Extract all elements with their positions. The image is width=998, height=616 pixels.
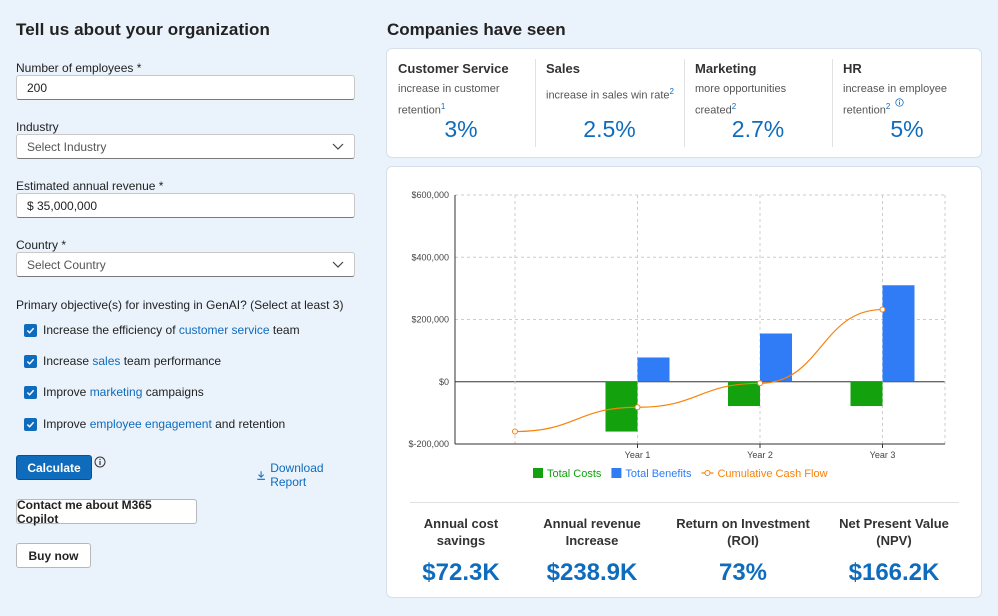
y-tick-label: $-200,000 [408, 439, 449, 449]
chevron-down-icon [332, 261, 344, 268]
objective-checkbox-customer-service[interactable]: Increase the efficiency of customer serv… [24, 323, 300, 337]
stat-customer-service: Customer Service increase in customer ret… [387, 49, 535, 157]
objective-text: Increase the efficiency of customer serv… [43, 323, 300, 337]
legend-label: Total Benefits [625, 468, 692, 480]
kpi-label: Annual cost savings [423, 516, 499, 548]
chevron-down-icon [332, 143, 344, 150]
line-point [757, 380, 763, 387]
checkbox-checked-icon[interactable] [24, 385, 37, 399]
form-title: Tell us about your organization [16, 20, 271, 39]
kpi-label: Net Present Value (NPV) [839, 516, 949, 548]
industry-placeholder: Select Industry [27, 140, 107, 154]
roi-chart: $-200,000 $0 $200,000 $400,000 $600,000 Year … [408, 190, 946, 480]
stat-value: 5% [890, 116, 924, 142]
line-point [634, 404, 641, 411]
objective-text: Improve marketing campaigns [43, 385, 204, 399]
x-tick-label: Year 3 [870, 450, 896, 460]
employees-input[interactable]: 200 [16, 75, 355, 100]
calculate-button[interactable]: Calculate [16, 455, 92, 480]
y-tick-label: $600,000 [411, 190, 449, 200]
revenue-input[interactable]: $ 35,000,000 [16, 193, 355, 218]
stat-value: 2.7% [731, 116, 785, 142]
country-select[interactable]: Select Country [16, 252, 355, 277]
y-tick-label: $200,000 [411, 315, 449, 325]
kpi-label: Annual revenue Increase [543, 516, 641, 548]
line-point [512, 428, 518, 435]
stat-value: 2.5% [583, 116, 636, 142]
legend-swatch [611, 468, 622, 478]
kpi-annual-revenue-increase: Annual revenue Increase $238.9K [527, 515, 657, 587]
objectives-label: Primary objective(s) for investing in Ge… [16, 298, 344, 312]
country-placeholder: Select Country [27, 258, 106, 272]
kpi-npv: Net Present Value (NPV) $166.2K [829, 515, 959, 587]
stat-name: Customer Service [398, 61, 509, 76]
stat-desc: increase in employee retention2 [843, 83, 947, 117]
x-tick-label: Year 2 [747, 450, 773, 460]
y-tick-label: $0 [439, 377, 449, 387]
objective-checkbox-sales[interactable]: Increase sales team performance [24, 354, 221, 368]
kpi-label: Return on Investment (ROI) [676, 516, 810, 548]
legend-swatch [533, 468, 543, 478]
stat-value: 3% [444, 116, 478, 142]
x-tick-label: Year 1 [625, 450, 651, 460]
stat-hr: HR increase in employee retention2 5% [832, 49, 982, 157]
stat-desc: increase in sales win rate2 [546, 87, 674, 102]
checkbox-checked-icon[interactable] [24, 323, 37, 337]
objective-text: Increase sales team performance [43, 354, 222, 368]
y-tick-label: $400,000 [411, 252, 449, 262]
info-icon[interactable] [895, 98, 904, 107]
contact-m365-button[interactable]: Contact me about M365 Copilot [16, 498, 197, 526]
kpi-annual-cost-savings: Annual cost savings $72.3K [396, 515, 526, 587]
stat-name: HR [843, 61, 862, 76]
legend-label: Total Costs [547, 468, 602, 480]
bar-total-costs [605, 381, 638, 432]
stat-marketing: Marketing more opportunities created2 2.7… [684, 49, 832, 157]
download-icon [257, 470, 265, 480]
industry-label: Industry [16, 120, 59, 134]
download-report-link[interactable]: Download Report [256, 461, 356, 489]
divider [410, 502, 959, 503]
revenue-label: Estimated annual revenue * [16, 179, 164, 193]
checkbox-checked-icon[interactable] [24, 417, 37, 431]
legend-swatch-marker [704, 470, 711, 476]
bar-total-benefits [760, 333, 792, 382]
info-icon[interactable] [94, 456, 106, 468]
stat-sales: Sales increase in sales win rate2 2.5% [535, 49, 684, 157]
bar-total-costs [850, 381, 883, 407]
line-cumulative-cash-flow [514, 308, 883, 433]
legend-label: Cumulative Cash Flow [717, 468, 827, 480]
employees-label: Number of employees * [16, 61, 142, 75]
kpi-value: 73% [718, 559, 768, 586]
line-point [879, 306, 886, 313]
country-label: Country * [16, 238, 67, 252]
kpi-value: $72.3K [422, 559, 500, 586]
checkbox-checked-icon[interactable] [24, 354, 37, 368]
stat-desc: increase in customer retention1 [398, 83, 500, 117]
industry-select[interactable]: Select Industry [16, 134, 355, 159]
buy-now-button[interactable]: Buy now [16, 543, 91, 568]
stat-name: Marketing [695, 61, 757, 76]
objective-checkbox-marketing[interactable]: Improve marketing campaigns [24, 385, 204, 399]
kpi-value: $238.9K [546, 559, 638, 586]
stat-desc: more opportunities created2 [695, 83, 787, 117]
organization-form: Tell us about your organization Number o… [16, 20, 356, 568]
bar-total-benefits [637, 357, 670, 382]
bar-total-benefits [882, 285, 915, 382]
kpi-roi: Return on Investment (ROI) 73% [673, 515, 813, 587]
stat-name: Sales [546, 61, 580, 76]
kpi-value: $166.2K [848, 559, 940, 586]
stats-card: Customer Service increase in customer ret… [386, 48, 982, 158]
objective-text: Improve employee engagement and retentio… [43, 417, 286, 431]
download-report-label: Download Report [270, 461, 324, 489]
companies-title: Companies have seen [387, 20, 566, 39]
objective-checkbox-employee-engagement[interactable]: Improve employee engagement and retentio… [24, 417, 285, 431]
